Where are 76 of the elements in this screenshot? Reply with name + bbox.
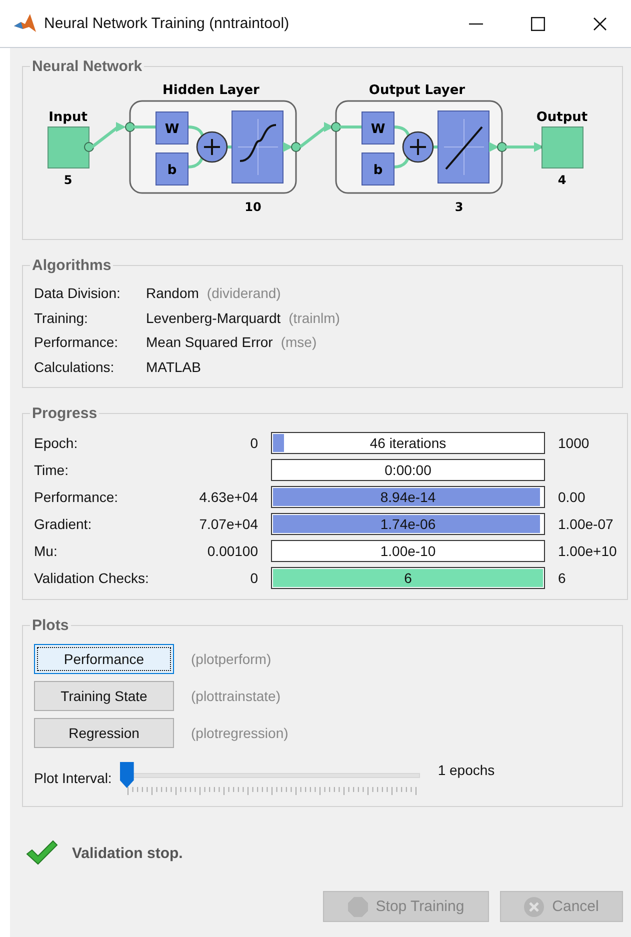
algorithm-value: Mean Squared Error [146, 334, 273, 350]
start-value: 0 [250, 570, 258, 586]
section-title: Progress [31, 405, 98, 422]
output-size: 4 [558, 173, 566, 187]
minimize-icon [469, 22, 483, 24]
layer-title: Output Layer [368, 83, 466, 98]
function-hint: (mse) [280, 334, 317, 350]
end-value: 1.00e-07 [558, 516, 614, 532]
function-hint: (plotregression) [191, 725, 290, 741]
connector-dot [497, 142, 507, 152]
input-size: 5 [64, 173, 72, 187]
progress-bar: 8.94e-14 [271, 486, 545, 508]
plot-button[interactable]: Training State [34, 681, 174, 711]
layer-size: 10 [244, 200, 262, 214]
status-message: Validation stop. [72, 844, 183, 862]
progress-label: Performance: [34, 489, 120, 505]
slider-reading: 1 epochs [438, 762, 495, 778]
layer-size: 3 [454, 200, 464, 214]
algorithm-value: Levenberg-Marquardt [146, 310, 281, 326]
progress-label: Gradient: [34, 516, 93, 532]
slider-thumb[interactable] [120, 762, 134, 788]
end-value: 1.00e+10 [558, 543, 617, 559]
connector-dot [125, 122, 135, 132]
window-title: Neural Network Training (nntraintool) [44, 15, 290, 32]
start-value: 4.63e+04 [199, 489, 258, 505]
algorithm-value: MATLAB [146, 358, 201, 374]
progress-label: Validation Checks: [34, 570, 150, 586]
output-block [542, 126, 584, 168]
app-logo-icon [14, 14, 36, 34]
output-label: Output [536, 110, 588, 125]
progress-bar: 6 [271, 567, 545, 589]
input-label: Input [48, 110, 88, 125]
function-hint: (trainlm) [288, 310, 340, 326]
plot-button[interactable]: Regression [34, 718, 174, 748]
connector-arrow [506, 142, 544, 152]
connector-dot [331, 122, 341, 132]
function-hint: (plottrainstate) [191, 688, 282, 704]
input-block [48, 126, 90, 168]
function-hint: (plotperform) [191, 651, 272, 667]
section-title: Plots [31, 617, 70, 634]
cancel-icon [524, 896, 544, 916]
maximize-icon [531, 16, 545, 30]
weight-block: W [156, 112, 188, 144]
progress-label: Time: [34, 462, 70, 478]
checkmark-icon [26, 840, 58, 866]
start-value: 7.07e+04 [199, 516, 258, 532]
end-value: 1000 [558, 435, 590, 451]
connector-arrow [91, 122, 126, 148]
algorithm-label: Calculations: [34, 358, 116, 376]
slider-label: Plot Interval: [34, 770, 112, 786]
bias-block: b [362, 152, 394, 186]
close-icon [593, 16, 607, 30]
end-value: 0.00 [558, 489, 586, 505]
layer-title: Hidden Layer [162, 83, 260, 98]
start-value: 0 [250, 435, 258, 451]
plot-button[interactable]: Performance [34, 644, 174, 674]
sum-icon [402, 131, 434, 163]
bias-block: b [156, 152, 188, 186]
algorithm-label: Data Division: [34, 284, 122, 303]
start-value: 0.00100 [207, 543, 258, 559]
section-title: Neural Network [31, 58, 144, 75]
algorithm-value: Random [146, 285, 199, 301]
connector-dot [291, 142, 301, 152]
function-hint: (dividerand) [206, 285, 281, 301]
progress-bar: 46 iterations [271, 432, 545, 454]
weight-block: W [362, 112, 394, 144]
end-value: 6 [558, 570, 566, 586]
progress-label: Mu: [34, 543, 58, 559]
progress-label: Epoch: [34, 435, 79, 451]
interval-slider[interactable] [120, 762, 420, 796]
sum-icon [196, 131, 228, 163]
section-title: Algorithms [31, 257, 112, 274]
algorithm-label: Performance: [34, 333, 120, 352]
algorithm-label: Training: [34, 308, 89, 328]
progress-bar: 1.74e-06 [271, 513, 545, 535]
connector-arrow [299, 122, 334, 148]
